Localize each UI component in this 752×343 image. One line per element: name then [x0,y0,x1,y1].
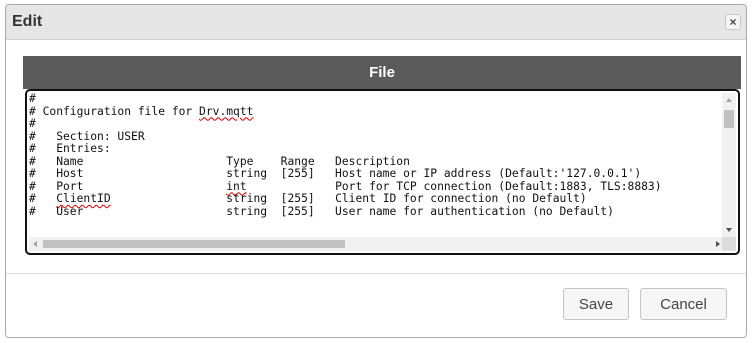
horizontal-scroll-thumb[interactable] [43,240,345,248]
editor-text: # User string [255] User name for authen… [29,204,614,218]
editor-text: # Host string [255] Host name or IP addr… [29,167,642,180]
edit-dialog: Edit × File # # Configuration file for Dr… [5,4,747,338]
editor-text: # [29,192,57,205]
spellcheck-word: int [226,179,247,193]
spellcheck-word: ClientID [56,192,111,205]
editor-line: # Configuration file for Drv.mqtt [29,104,713,119]
editor-text: string [255] Client ID for connection (n… [110,192,587,205]
cancel-button[interactable]: Cancel [640,288,727,320]
dialog-titlebar: Edit × [6,5,746,40]
spellcheck-word: Drv.mqtt [199,104,254,118]
scrollbar-corner [722,237,736,251]
editor-text: # Section: USER [29,129,145,143]
file-editor[interactable]: # # Configuration file for Drv.mqtt # # Sec… [25,89,740,255]
editor-line: # User string [255] User name for authen… [29,204,713,219]
vertical-scroll-thumb[interactable] [724,110,734,128]
scroll-right-icon[interactable] [716,241,720,247]
editor-text: # Name Type Range Description [29,154,410,168]
vertical-scrollbar[interactable] [722,93,736,237]
editor-line: # Section: USER [29,129,713,144]
editor-text: # Configuration file for [29,104,200,118]
file-panel-header: File [23,56,741,89]
editor-text: # [29,93,36,105]
scroll-left-icon[interactable] [33,241,37,247]
editor-text: # Port [29,179,227,193]
file-editor-text[interactable]: # # Configuration file for Drv.mqtt # # Sec… [29,93,713,237]
close-button[interactable]: × [725,14,741,30]
footer-divider [6,273,746,274]
save-button[interactable]: Save [563,288,629,320]
editor-text: # Entries: [29,142,111,155]
horizontal-scrollbar[interactable] [29,237,724,251]
dialog-title: Edit [12,13,43,30]
editor-text: # [29,117,36,130]
scroll-up-icon[interactable] [726,98,732,102]
editor-text: Port for TCP connection (Default:1883, T… [246,179,662,193]
close-icon: × [729,15,737,29]
scroll-down-icon[interactable] [726,228,732,232]
